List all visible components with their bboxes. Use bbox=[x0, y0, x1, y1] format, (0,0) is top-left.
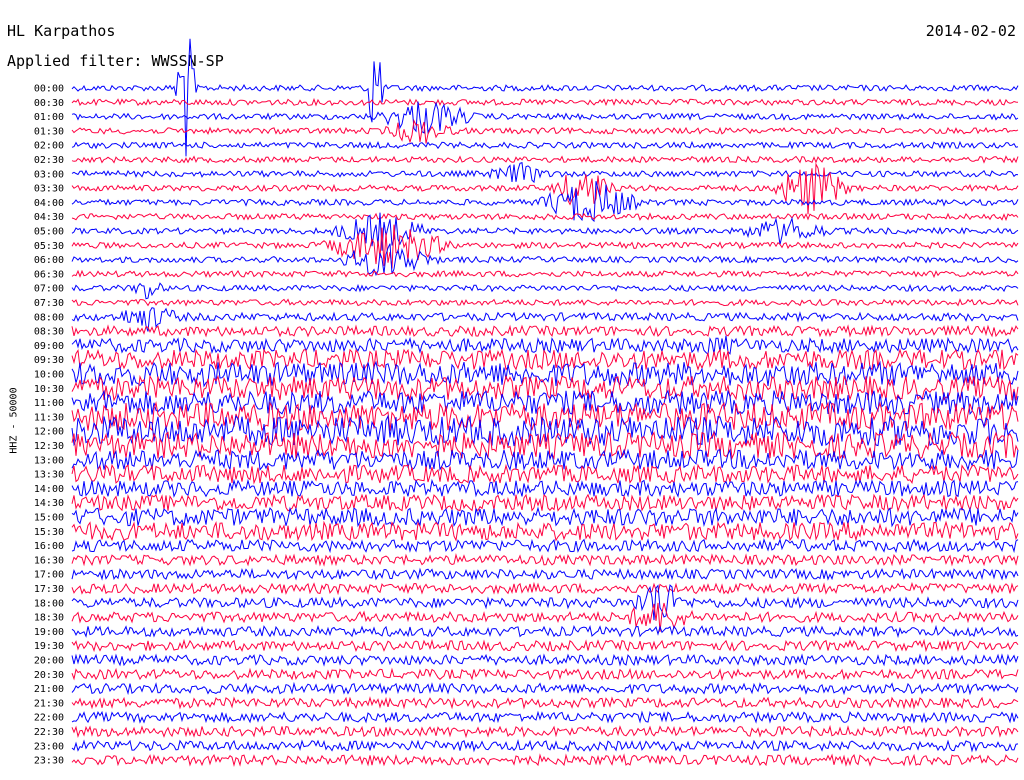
tick-label-0300: 03:00 bbox=[34, 169, 64, 180]
trace-row-0930 bbox=[71, 347, 1019, 372]
tick-label-2200: 22:00 bbox=[34, 713, 64, 724]
trace-row-0230 bbox=[71, 155, 1019, 164]
trace-row-1930 bbox=[71, 638, 1019, 653]
tick-label-0500: 05:00 bbox=[34, 227, 64, 238]
trace-row-0730 bbox=[71, 298, 1019, 307]
tick-label-1230: 12:30 bbox=[34, 441, 64, 452]
trace-row-1030 bbox=[71, 374, 1019, 402]
tick-label-1500: 15:00 bbox=[34, 513, 64, 524]
trace-row-0200 bbox=[71, 140, 1019, 150]
trace-row-0830 bbox=[71, 324, 1019, 338]
trace-row-0300 bbox=[71, 162, 1019, 184]
tick-label-1800: 18:00 bbox=[34, 598, 64, 609]
trace-row-0700 bbox=[71, 282, 1019, 300]
trace-row-1530 bbox=[71, 520, 1019, 542]
tick-label-0700: 07:00 bbox=[34, 284, 64, 295]
trace-group bbox=[71, 38, 1019, 768]
tick-label-1630: 16:30 bbox=[34, 555, 64, 566]
trace-row-0000 bbox=[71, 38, 1019, 157]
trace-row-2300 bbox=[71, 739, 1019, 753]
tick-label-1830: 18:30 bbox=[34, 613, 64, 624]
tick-label-2330: 23:30 bbox=[34, 756, 64, 767]
trace-row-2330 bbox=[71, 753, 1019, 768]
tick-label-1130: 11:30 bbox=[34, 412, 64, 423]
tick-label-0230: 02:30 bbox=[34, 155, 64, 166]
tick-label-2100: 21:00 bbox=[34, 684, 64, 695]
helicorder-plot: 00:00 00:30 01:00 01:30 02:00 02:30 03:00 03:30… bbox=[34, 38, 1019, 768]
tick-label-1900: 19:00 bbox=[34, 627, 64, 638]
tick-label-0100: 01:00 bbox=[34, 112, 64, 123]
trace-row-2000 bbox=[71, 653, 1019, 667]
trace-row-0100 bbox=[71, 101, 1019, 135]
trace-row-1400 bbox=[71, 478, 1019, 498]
tick-label-0330: 03:30 bbox=[34, 184, 64, 195]
trace-row-2200 bbox=[71, 710, 1019, 724]
trace-row-2100 bbox=[71, 681, 1019, 696]
trace-row-1900 bbox=[71, 624, 1019, 639]
tick-label-1730: 17:30 bbox=[34, 584, 64, 595]
tick-label-2030: 20:30 bbox=[34, 670, 64, 681]
trace-row-0430 bbox=[71, 212, 1019, 222]
tick-label-0000: 00:00 bbox=[34, 84, 64, 95]
tick-label-1330: 13:30 bbox=[34, 470, 64, 481]
tick-label-2230: 22:30 bbox=[34, 727, 64, 738]
trace-row-2030 bbox=[71, 667, 1019, 682]
tick-label-1430: 14:30 bbox=[34, 498, 64, 509]
tick-label-0030: 00:30 bbox=[34, 98, 64, 109]
tick-label-1200: 12:00 bbox=[34, 427, 64, 438]
tick-label-0930: 09:30 bbox=[34, 355, 64, 366]
trace-row-1630 bbox=[71, 553, 1019, 567]
trace-row-1430 bbox=[71, 493, 1019, 513]
tick-label-1000: 10:00 bbox=[34, 370, 64, 381]
tick-label-0430: 04:30 bbox=[34, 212, 64, 223]
tick-label-2000: 20:00 bbox=[34, 656, 64, 667]
trace-row-1730 bbox=[71, 581, 1019, 596]
tick-label-0530: 05:30 bbox=[34, 241, 64, 252]
tick-label-0730: 07:30 bbox=[34, 298, 64, 309]
trace-row-1600 bbox=[71, 537, 1019, 554]
trace-row-2130 bbox=[71, 696, 1019, 710]
tick-label-0900: 09:00 bbox=[34, 341, 64, 352]
tick-label-0200: 02:00 bbox=[34, 141, 64, 152]
tick-label-1300: 13:00 bbox=[34, 455, 64, 466]
tick-label-0630: 06:30 bbox=[34, 269, 64, 280]
trace-row-0030 bbox=[71, 97, 1019, 107]
trace-row-2230 bbox=[71, 724, 1019, 739]
tick-label-0600: 06:00 bbox=[34, 255, 64, 266]
tick-label-2300: 23:00 bbox=[34, 741, 64, 752]
tick-label-0800: 08:00 bbox=[34, 312, 64, 323]
tick-label-1700: 17:00 bbox=[34, 570, 64, 581]
tick-label-0400: 04:00 bbox=[34, 198, 64, 209]
trace-row-0630 bbox=[71, 269, 1019, 279]
trace-row-1500 bbox=[71, 506, 1019, 528]
tick-label-1930: 19:30 bbox=[34, 641, 64, 652]
time-tick-labels: 00:00 00:30 01:00 01:30 02:00 02:30 03:00 03:30… bbox=[34, 84, 64, 767]
trace-row-1000 bbox=[71, 360, 1019, 388]
trace-row-1700 bbox=[71, 567, 1019, 581]
tick-label-0130: 01:30 bbox=[34, 126, 64, 137]
tick-label-1400: 14:00 bbox=[34, 484, 64, 495]
tick-label-1600: 16:00 bbox=[34, 541, 64, 552]
tick-label-0830: 08:30 bbox=[34, 327, 64, 338]
trace-row-0130 bbox=[71, 118, 1019, 144]
tick-label-1030: 10:30 bbox=[34, 384, 64, 395]
trace-row-1330 bbox=[71, 463, 1019, 485]
tick-label-1100: 11:00 bbox=[34, 398, 64, 409]
tick-label-1530: 15:30 bbox=[34, 527, 64, 538]
tick-label-2130: 21:30 bbox=[34, 698, 64, 709]
